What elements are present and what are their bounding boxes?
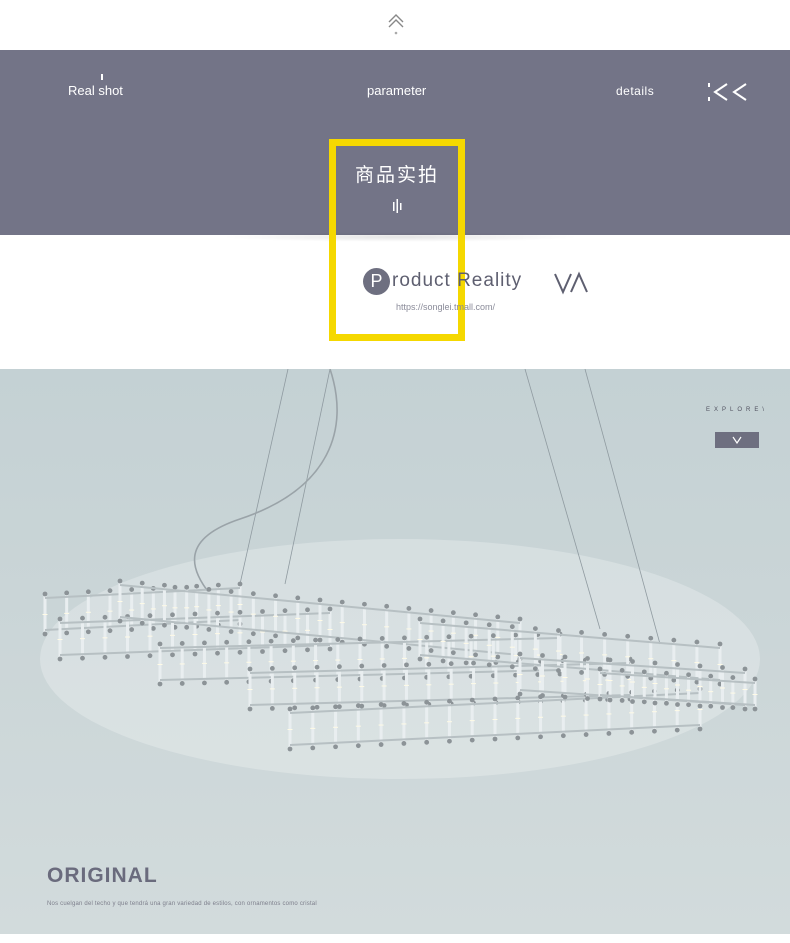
- top-strip: [0, 0, 790, 50]
- tick-mark: [101, 74, 103, 80]
- chevron-down-icon: [732, 436, 742, 444]
- nav-real-shot[interactable]: Real shot: [68, 74, 123, 98]
- nav-real-shot-label: Real shot: [68, 83, 123, 98]
- double-chevron-up-icon[interactable]: [387, 12, 405, 36]
- product-reality-text: roduct Reality: [392, 270, 523, 291]
- explore-label: EXPLORE\: [706, 407, 769, 413]
- photo-caption: Nos cuelgan del techo y que tendrá una g…: [47, 901, 317, 907]
- store-url[interactable]: https://songlei.tmall.com/: [396, 302, 495, 312]
- chandelier-image: [40, 369, 760, 779]
- double-chevron-left-icon[interactable]: [707, 81, 749, 103]
- product-photo: EXPLORE\ ORIGINAL Nos cuelgan del techo …: [0, 369, 790, 934]
- nav-parameter[interactable]: parameter: [367, 83, 426, 98]
- explore-button[interactable]: [715, 432, 759, 448]
- product-reality-initial: P: [363, 268, 390, 295]
- nav-details[interactable]: details: [616, 84, 654, 98]
- photo-title: ORIGINAL: [47, 864, 158, 887]
- bottom-margin: [0, 934, 790, 943]
- va-logo: [554, 271, 588, 295]
